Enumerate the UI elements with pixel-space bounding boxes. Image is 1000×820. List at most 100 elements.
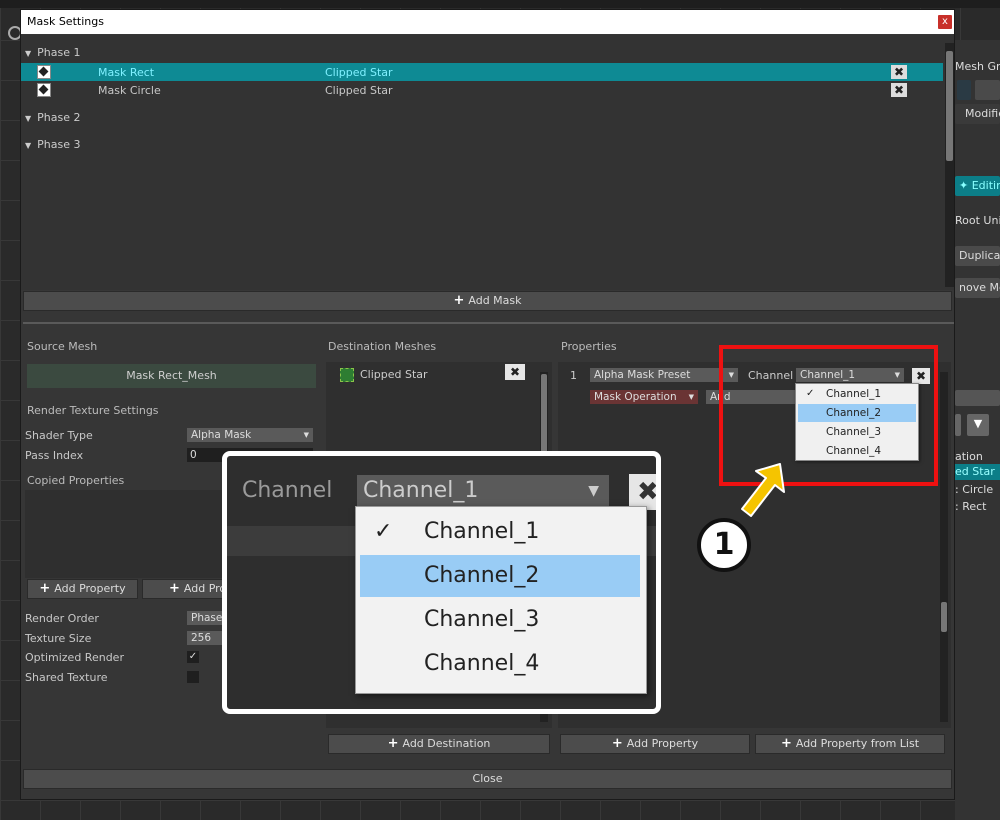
plus-icon: + xyxy=(780,736,792,751)
side-list-item[interactable]: ation xyxy=(955,450,983,463)
add-mask-button[interactable]: + Add Mask xyxy=(23,291,952,311)
mesh-icon xyxy=(340,368,354,382)
operation-value: Mask Operation xyxy=(594,391,677,403)
add-mask-label: Add Mask xyxy=(468,294,522,307)
add-copied-property-button[interactable]: + Add Property xyxy=(27,579,138,599)
shared-texture-label: Shared Texture xyxy=(25,671,108,684)
zoom-channel-option-2: Channel_2 xyxy=(360,555,640,597)
zoom-channel-label: Channel xyxy=(242,478,333,503)
operation-dropdown[interactable]: Mask Operation ▼ xyxy=(590,390,698,404)
side-list-item[interactable]: : Circle xyxy=(955,483,993,496)
step-number: 1 xyxy=(713,527,735,562)
scroll-thumb[interactable] xyxy=(941,602,947,632)
texture-size-dropdown[interactable]: 256 xyxy=(187,631,227,645)
side-list-item-label: ed Star xyxy=(955,465,995,478)
zoom-channel-popup: ✓ Channel_1 Channel_2 Channel_3 Channel_4 xyxy=(355,506,647,694)
side-toggle[interactable] xyxy=(957,80,971,100)
add-property-label: Add Property xyxy=(54,582,126,595)
side-list-item-selected[interactable]: ed Star xyxy=(955,464,1000,480)
phase-list-scrollbar[interactable] xyxy=(945,43,954,287)
phase-3-label: Phase 3 xyxy=(37,138,81,151)
add-destination-button[interactable]: + Add Destination xyxy=(328,734,550,754)
phase-1-label: Phase 1 xyxy=(37,46,81,59)
preset-value: Alpha Mask Preset xyxy=(594,369,691,381)
add-property-from-list-button[interactable]: + Add Property from List xyxy=(755,734,945,754)
plus-icon: + xyxy=(39,581,51,596)
phase-2-header[interactable]: ▼ Phase 2 xyxy=(25,111,81,124)
property-index: 1 xyxy=(570,369,577,382)
close-button[interactable]: Close xyxy=(23,769,952,789)
step-number-badge: 1 xyxy=(697,518,751,572)
side-header-bar xyxy=(955,390,1000,406)
down-triangle-icon: ▼ xyxy=(973,417,983,430)
texture-size-label: Texture Size xyxy=(25,632,92,645)
dropdown-arrow-icon: ▼ xyxy=(588,483,599,499)
render-order-label: Render Order xyxy=(25,612,99,625)
shared-texture-checkbox[interactable] xyxy=(187,671,199,683)
remove-mask-icon[interactable]: ✖ xyxy=(891,83,907,97)
properties-header: Properties xyxy=(561,340,617,353)
zoom-channel-value: Channel_1 xyxy=(363,478,479,503)
mask-visibility-icon[interactable] xyxy=(37,83,51,97)
zoom-channel-option-label: Channel_3 xyxy=(424,607,540,632)
zoom-channel-dropdown: Channel_1 ▼ xyxy=(357,475,609,507)
zoom-channel-option-1: ✓ Channel_1 xyxy=(360,511,640,553)
remove-mask-icon[interactable]: ✖ xyxy=(891,65,907,79)
side-mesh-group-label: Mesh Gro xyxy=(955,60,1000,73)
shader-type-value: Alpha Mask xyxy=(191,429,252,441)
zoom-close-icon: ✖ xyxy=(629,474,656,510)
plus-icon: + xyxy=(387,736,399,751)
side-modifier-label: Modifie xyxy=(965,107,1000,120)
top-strip xyxy=(0,0,1000,8)
destination-header: Destination Meshes xyxy=(328,340,437,353)
optimized-render-label: Optimized Render xyxy=(25,651,124,664)
add-destination-label: Add Destination xyxy=(402,737,491,750)
side-arrow-button[interactable] xyxy=(955,414,961,436)
side-remove-mesh-button[interactable]: nove Mes xyxy=(955,278,1000,298)
render-order-dropdown[interactable]: Phase xyxy=(187,611,227,625)
source-mesh-field[interactable]: Mask Rect_Mesh xyxy=(27,364,316,388)
side-panel: Mesh Gro Modifie ✦ Editing Root Unit Dup… xyxy=(955,40,1000,820)
source-mesh-header: Source Mesh xyxy=(27,340,98,353)
plus-icon: + xyxy=(169,581,180,596)
add-property-button[interactable]: + Add Property xyxy=(560,734,750,754)
pass-index-label: Pass Index xyxy=(25,449,84,462)
side-list-item[interactable]: : Rect xyxy=(955,500,986,513)
shader-type-label: Shader Type xyxy=(25,429,93,442)
render-order-value: Phase xyxy=(191,612,223,624)
side-button[interactable] xyxy=(975,80,1000,100)
dialog-titlebar: Mask Settings x xyxy=(21,10,954,34)
optimized-render-checkbox[interactable]: ✓ xyxy=(187,651,199,663)
side-duplicate-button[interactable]: Duplicate xyxy=(955,246,1000,266)
remove-destination-icon[interactable]: ✖ xyxy=(505,364,525,380)
destination-mesh-name[interactable]: Clipped Star xyxy=(360,368,428,381)
add-property-label: Add Property xyxy=(626,737,699,750)
expand-triangle-icon: ▼ xyxy=(25,49,32,58)
phase-1-header[interactable]: ▼ Phase 1 xyxy=(25,46,81,59)
expand-triangle-icon: ▼ xyxy=(25,141,32,150)
add-property-from-list-label: Add Property from List xyxy=(795,737,920,750)
zoom-channel-option-label: Channel_1 xyxy=(424,519,540,544)
mask-visibility-icon[interactable] xyxy=(37,65,51,79)
dropdown-arrow-icon: ▼ xyxy=(303,431,309,439)
mask-target: Clipped Star xyxy=(325,66,393,79)
side-modifier-tab[interactable]: Modifie xyxy=(955,104,1000,124)
preset-dropdown[interactable]: Alpha Mask Preset ▼ xyxy=(590,368,738,382)
mask-row-mask-circle[interactable]: Mask Circle Clipped Star ✖ xyxy=(21,81,943,99)
section-divider xyxy=(23,322,954,324)
phase-list: ▼ Phase 1 Mask Rect Clipped Star ✖ Mask C… xyxy=(21,35,954,290)
dropdown-arrow-icon: ▼ xyxy=(688,393,694,401)
shader-type-dropdown[interactable]: Alpha Mask ▼ xyxy=(187,428,313,442)
zoom-channel-option-label: Channel_2 xyxy=(424,563,540,588)
mask-row-mask-rect[interactable]: Mask Rect Clipped Star ✖ xyxy=(21,63,943,81)
check-icon: ✓ xyxy=(374,519,393,544)
zoom-channel-option-4: Channel_4 xyxy=(360,643,640,685)
side-editing-button[interactable]: ✦ Editing xyxy=(955,176,1000,196)
side-root-unit-label: Root Unit xyxy=(955,214,1000,227)
scroll-thumb[interactable] xyxy=(946,51,953,161)
phase-3-header[interactable]: ▼ Phase 3 xyxy=(25,138,81,151)
copied-properties-header: Copied Properties xyxy=(27,474,125,487)
properties-scrollbar[interactable] xyxy=(940,372,948,722)
side-down-button[interactable]: ▼ xyxy=(967,414,989,436)
dialog-close-icon[interactable]: x xyxy=(938,15,952,29)
